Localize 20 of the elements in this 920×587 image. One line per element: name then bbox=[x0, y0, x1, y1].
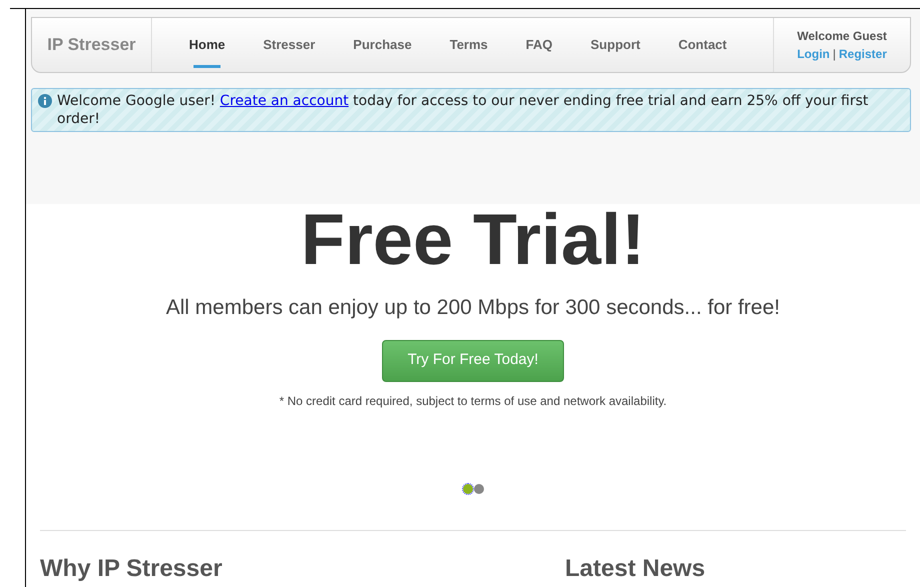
info-icon bbox=[38, 94, 52, 108]
hero-title: Free Trial! bbox=[300, 202, 646, 278]
section-heading: Latest News bbox=[565, 554, 706, 584]
nav-tab[interactable]: Stresser bbox=[244, 18, 334, 72]
create-account-link[interactable]: Create an account bbox=[220, 93, 349, 109]
hero-subtitle: All members can enjoy up to 200 Mbps for 300 seconds... for free! bbox=[166, 295, 780, 321]
brand-logo[interactable]: IP Stresser bbox=[32, 18, 152, 72]
nav-tab[interactable]: Home bbox=[170, 18, 244, 72]
nav-tab[interactable]: FAQ bbox=[506, 18, 572, 72]
register-link[interactable]: Register bbox=[838, 45, 887, 63]
separator-text: | bbox=[832, 46, 836, 63]
nav-tab[interactable]: Support bbox=[572, 18, 660, 72]
alert-message: Welcome Google user! Create an account today for access to our never ending free trial and earn 25% off your first order! bbox=[57, 92, 870, 128]
disclaimer-text: * No credit card required, subject to terms of use and network availability. bbox=[279, 392, 667, 410]
nav-tab[interactable]: Contact bbox=[659, 18, 746, 72]
welcome-text: Welcome Guest bbox=[797, 28, 887, 45]
nav-tab[interactable]: Terms bbox=[430, 18, 507, 72]
nav-tab[interactable]: Purchase bbox=[334, 18, 431, 72]
login-link[interactable]: Login bbox=[797, 45, 830, 63]
section-heading: Why IP Stresser bbox=[40, 554, 224, 584]
